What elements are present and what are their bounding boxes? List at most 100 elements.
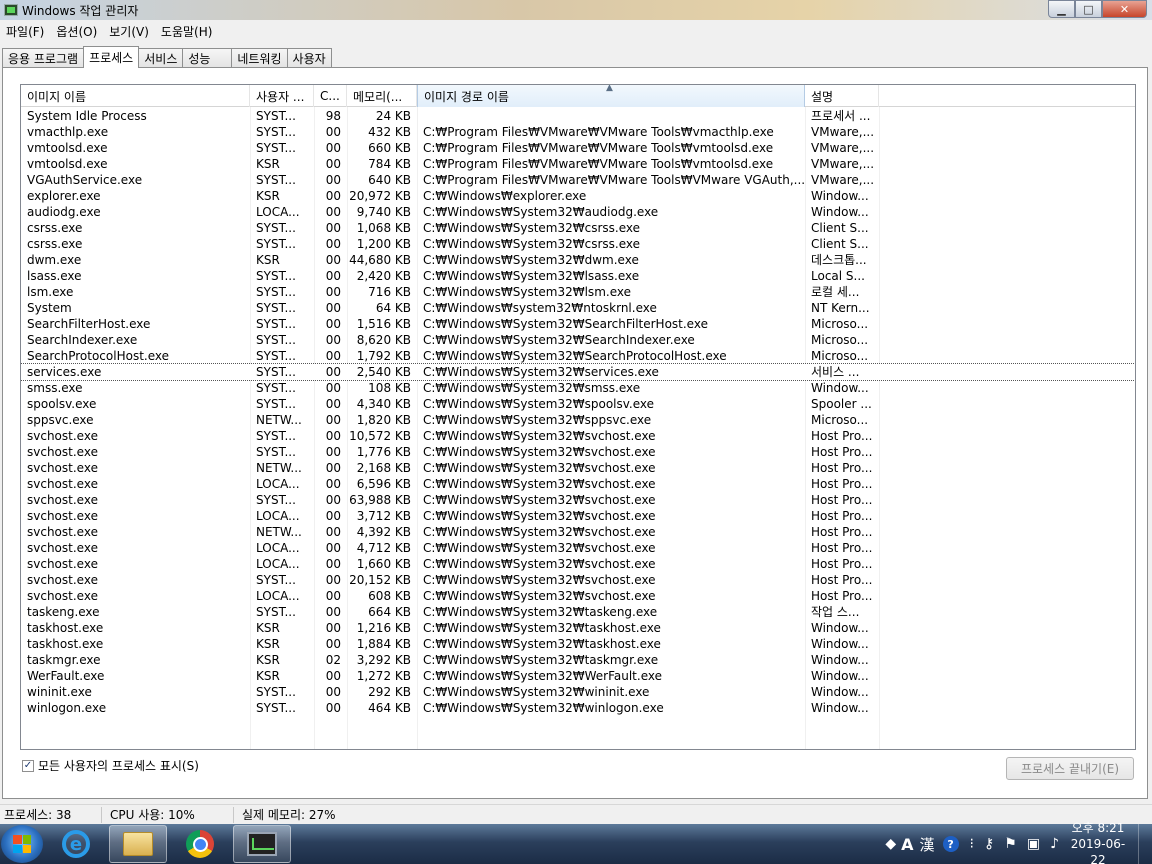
table-row[interactable]: svchost.exe LOCA... 00 608 KB C:₩Windows₩Sys…: [21, 588, 1135, 604]
menu-file[interactable]: 파일(F): [0, 23, 50, 40]
table-row[interactable]: sppsvc.exe NETW... 00 1,820 KB C:₩Windows₩Sy…: [21, 412, 1135, 428]
table-row[interactable]: csrss.exe SYST... 00 1,068 KB C:₩Windows₩Sys…: [21, 220, 1135, 236]
cell-description: Host Pro...: [811, 477, 873, 491]
action-center-flag-icon[interactable]: ⚑: [1004, 836, 1017, 852]
table-row[interactable]: SearchProtocolHost.exe SYST... 00 1,792 KB C…: [21, 348, 1135, 364]
column-memory[interactable]: 메모리(...: [347, 85, 417, 107]
table-row[interactable]: WerFault.exe KSR 00 1,272 KB C:₩Windows₩Syst…: [21, 668, 1135, 684]
table-row[interactable]: SearchIndexer.exe SYST... 00 8,620 KB C:₩Win…: [21, 332, 1135, 348]
maximize-button[interactable]: □: [1075, 0, 1102, 18]
cell-image-name: vmtoolsd.exe: [27, 157, 108, 171]
column-user[interactable]: 사용자 ...: [250, 85, 314, 107]
network-icon[interactable]: ▣: [1027, 836, 1040, 852]
tab-users[interactable]: 사용자: [286, 48, 332, 68]
end-process-button[interactable]: 프로세스 끝내기(E): [1006, 757, 1134, 780]
table-row[interactable]: services.exe SYST... 00 2,540 KB C:₩Windows₩…: [21, 363, 1135, 381]
taskbar-task-manager[interactable]: [233, 825, 291, 863]
table-row[interactable]: VGAuthService.exe SYST... 00 640 KB C:₩Progr…: [21, 172, 1135, 188]
cell-cpu: 00: [325, 221, 341, 235]
table-row[interactable]: taskhost.exe KSR 00 1,216 KB C:₩Windows₩Syst…: [21, 620, 1135, 636]
cell-user: KSR: [256, 253, 280, 267]
language-bar-icon[interactable]: ◆: [885, 836, 896, 852]
column-image-path[interactable]: 이미지 경로 이름 ▲: [417, 85, 805, 107]
column-description[interactable]: 설명: [805, 85, 879, 107]
taskbar-chrome[interactable]: [171, 825, 229, 863]
taskbar-file-explorer[interactable]: [109, 825, 167, 863]
table-row[interactable]: svchost.exe LOCA... 00 4,712 KB C:₩Windows₩S…: [21, 540, 1135, 556]
cell-memory: 664 KB: [368, 605, 411, 619]
table-row[interactable]: svchost.exe NETW... 00 4,392 KB C:₩Windows₩S…: [21, 524, 1135, 540]
table-row[interactable]: SearchFilterHost.exe SYST... 00 1,516 KB C:₩…: [21, 316, 1135, 332]
cell-image-path: C:₩Windows₩System32₩wininit.exe: [423, 685, 650, 699]
cell-cpu: 00: [325, 429, 341, 443]
table-row[interactable]: explorer.exe KSR 00 20,972 KB C:₩Windows₩exp…: [21, 188, 1135, 204]
help-icon[interactable]: ?: [942, 836, 959, 852]
cell-image-name: svchost.exe: [27, 509, 98, 523]
cell-cpu: 00: [325, 557, 341, 571]
cell-image-path: C:₩Windows₩System32₩smss.exe: [423, 381, 641, 395]
cell-description: Client S...: [811, 221, 869, 235]
table-row[interactable]: taskeng.exe SYST... 00 664 KB C:₩Windows₩Sys…: [21, 604, 1135, 620]
table-row[interactable]: svchost.exe NETW... 00 2,168 KB C:₩Windows₩S…: [21, 460, 1135, 476]
start-button[interactable]: [1, 825, 43, 863]
cell-image-path: C:₩Windows₩System32₩taskhost.exe: [423, 637, 661, 651]
show-all-users-checkbox[interactable]: ✓: [22, 759, 34, 772]
table-row[interactable]: svchost.exe SYST... 00 63,988 KB C:₩Windows₩…: [21, 492, 1135, 508]
clock[interactable]: 오후 8:21 2019-06-22: [1064, 820, 1132, 864]
table-row[interactable]: dwm.exe KSR 00 44,680 KB C:₩Windows₩System32…: [21, 252, 1135, 268]
input-mode-indicator[interactable]: A: [901, 835, 913, 854]
cell-description: Host Pro...: [811, 525, 873, 539]
table-row[interactable]: svchost.exe SYST... 00 1,776 KB C:₩Windows₩S…: [21, 444, 1135, 460]
cell-user: SYST...: [256, 365, 296, 379]
table-row[interactable]: vmtoolsd.exe KSR 00 784 KB C:₩Program Files₩…: [21, 156, 1135, 172]
table-row[interactable]: svchost.exe SYST... 00 10,572 KB C:₩Windows₩…: [21, 428, 1135, 444]
table-row[interactable]: svchost.exe LOCA... 00 3,712 KB C:₩Windows₩S…: [21, 508, 1135, 524]
cell-image-name: sppsvc.exe: [27, 413, 94, 427]
tab-networking[interactable]: 네트워킹: [231, 48, 288, 68]
tab-applications[interactable]: 응용 프로그램: [2, 48, 85, 68]
table-row[interactable]: winlogon.exe SYST... 00 464 KB C:₩Windows₩Sy…: [21, 700, 1135, 716]
title-bar[interactable]: Windows 작업 관리자 ▁ □ ✕: [0, 0, 1152, 20]
ime-options-icon[interactable]: ⁝: [970, 836, 974, 852]
cell-cpu: 00: [325, 605, 341, 619]
column-cpu[interactable]: C...: [314, 85, 347, 107]
table-row[interactable]: lsm.exe SYST... 00 716 KB C:₩Windows₩System3…: [21, 284, 1135, 300]
cell-image-path: C:₩Windows₩System32₩svchost.exe: [423, 541, 656, 555]
table-row[interactable]: System SYST... 00 64 KB C:₩Windows₩system32₩…: [21, 300, 1135, 316]
table-row[interactable]: wininit.exe SYST... 00 292 KB C:₩Windows₩Sys…: [21, 684, 1135, 700]
table-row[interactable]: spoolsv.exe SYST... 00 4,340 KB C:₩Windows₩S…: [21, 396, 1135, 412]
minimize-button[interactable]: ▁: [1048, 0, 1075, 18]
table-row[interactable]: svchost.exe LOCA... 00 1,660 KB C:₩Windows₩S…: [21, 556, 1135, 572]
cell-image-path: C:₩Windows₩System32₩winlogon.exe: [423, 701, 664, 715]
menu-options[interactable]: 옵션(O): [50, 23, 103, 40]
table-row[interactable]: vmtoolsd.exe SYST... 00 660 KB C:₩Program Fi…: [21, 140, 1135, 156]
process-list[interactable]: 이미지 이름 사용자 ... C... 메모리(... 이미지 경로 이름 ▲ …: [20, 84, 1136, 750]
show-desktop-button[interactable]: [1138, 824, 1152, 864]
table-row[interactable]: audiodg.exe LOCA... 00 9,740 KB C:₩Windows₩S…: [21, 204, 1135, 220]
show-all-users-option[interactable]: ✓ 모든 사용자의 프로세스 표시(S): [22, 757, 199, 774]
column-image-name[interactable]: 이미지 이름: [21, 85, 250, 107]
table-row[interactable]: System Idle Process SYST... 98 24 KB 프로세서 ..…: [21, 108, 1135, 124]
key-icon[interactable]: ⚷: [984, 836, 994, 852]
hanja-indicator[interactable]: 漢: [920, 834, 935, 855]
tab-processes[interactable]: 프로세스: [83, 46, 140, 68]
volume-icon[interactable]: ♪: [1050, 836, 1059, 852]
menu-help[interactable]: 도움말(H): [155, 23, 219, 40]
table-row[interactable]: vmacthlp.exe SYST... 00 432 KB C:₩Program Fi…: [21, 124, 1135, 140]
table-row[interactable]: svchost.exe SYST... 00 20,152 KB C:₩Windows₩…: [21, 572, 1135, 588]
table-row[interactable]: csrss.exe SYST... 00 1,200 KB C:₩Windows₩Sys…: [21, 236, 1135, 252]
tab-services[interactable]: 서비스: [138, 48, 184, 68]
table-row[interactable]: svchost.exe LOCA... 00 6,596 KB C:₩Windows₩S…: [21, 476, 1135, 492]
menu-view[interactable]: 보기(V): [103, 23, 155, 40]
cell-memory: 44,680 KB: [349, 253, 411, 267]
cell-image-path: C:₩Windows₩System32₩spoolsv.exe: [423, 397, 655, 411]
cell-description: 작업 스...: [811, 605, 860, 619]
table-row[interactable]: taskhost.exe KSR 00 1,884 KB C:₩Windows₩Syst…: [21, 636, 1135, 652]
table-row[interactable]: taskmgr.exe KSR 02 3,292 KB C:₩Windows₩Syste…: [21, 652, 1135, 668]
table-row[interactable]: smss.exe SYST... 00 108 KB C:₩Windows₩System…: [21, 380, 1135, 396]
table-row[interactable]: lsass.exe SYST... 00 2,420 KB C:₩Windows₩Sys…: [21, 268, 1135, 284]
tab-performance[interactable]: 성능: [182, 48, 233, 68]
taskbar-internet-explorer[interactable]: e: [47, 825, 105, 863]
close-button[interactable]: ✕: [1102, 0, 1147, 18]
cell-user: SYST...: [256, 173, 296, 187]
